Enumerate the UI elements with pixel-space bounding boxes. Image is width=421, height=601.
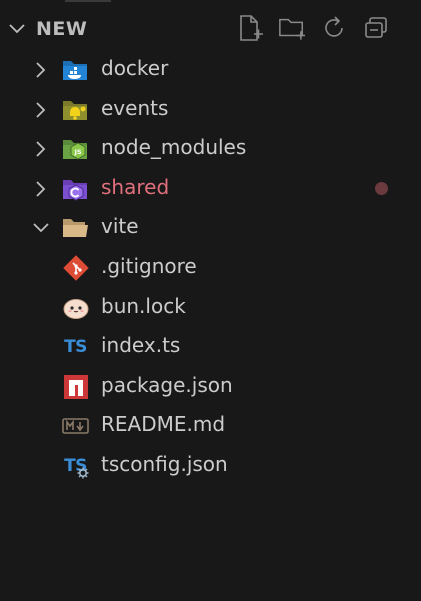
file-tree: docker events JS node_modules shared vit… <box>0 50 421 486</box>
explorer-panel: NEW docker events JS node_modules shared… <box>0 0 421 601</box>
refresh-icon[interactable] <box>320 14 348 42</box>
tree-item-label: shared <box>101 174 170 199</box>
tree-item-label: README.md <box>101 412 226 437</box>
chevron-right-icon[interactable] <box>31 100 51 120</box>
markdown-icon <box>62 413 89 439</box>
new-file-icon[interactable] <box>236 14 264 42</box>
tree-item-gitignore[interactable]: .gitignore <box>0 248 421 288</box>
folder-open-icon <box>62 215 89 241</box>
bun-icon <box>62 295 89 321</box>
git-icon <box>62 255 89 281</box>
tree-item-node-modules[interactable]: JS node_modules <box>0 129 421 169</box>
tree-item-label: events <box>101 95 169 120</box>
tree-item-bun-lock[interactable]: bun.lock <box>0 288 421 328</box>
tree-item-label: package.json <box>101 372 233 397</box>
tree-item-label: node_modules <box>101 135 247 160</box>
typescript-icon: TS <box>64 337 87 358</box>
section-title: NEW <box>36 18 88 40</box>
tree-item-readme[interactable]: README.md <box>0 406 421 446</box>
header-actions <box>236 14 390 42</box>
chevron-right-icon[interactable] <box>31 139 51 159</box>
tree-item-index-ts[interactable]: TS index.ts <box>0 327 421 367</box>
node-folder-icon: JS <box>62 136 89 162</box>
tree-item-label: tsconfig.json <box>101 451 228 476</box>
tree-item-events[interactable]: events <box>0 90 421 130</box>
tree-item-docker[interactable]: docker <box>0 50 421 90</box>
chevron-right-icon[interactable] <box>31 179 51 199</box>
chevron-down-icon[interactable] <box>31 218 51 238</box>
tree-item-label: index.ts <box>101 333 181 358</box>
docker-folder-icon <box>62 57 89 83</box>
new-folder-icon[interactable] <box>278 14 306 42</box>
tree-item-tsconfig[interactable]: TS tsconfig.json <box>0 446 421 486</box>
modified-indicator <box>375 181 388 195</box>
tree-item-shared[interactable]: shared <box>0 169 421 209</box>
tsconfig-icon: TS <box>62 453 89 479</box>
explorer-section-header[interactable]: NEW <box>0 12 421 44</box>
svg-text:JS: JS <box>73 148 81 156</box>
tree-item-label: .gitignore <box>101 253 197 278</box>
chevron-right-icon[interactable] <box>31 60 51 80</box>
events-folder-icon <box>62 97 89 123</box>
tree-item-label: bun.lock <box>101 293 186 318</box>
tree-item-label: docker <box>101 56 169 80</box>
gear-icon <box>77 467 89 479</box>
npm-icon <box>62 374 89 400</box>
collapse-all-icon[interactable] <box>362 14 390 42</box>
tree-item-label: vite <box>101 214 139 239</box>
chevron-down-icon[interactable] <box>8 20 26 42</box>
tree-item-vite[interactable]: vite <box>0 208 421 248</box>
tree-item-package-json[interactable]: package.json <box>0 367 421 407</box>
shared-folder-icon <box>62 176 89 202</box>
active-view-indicator <box>65 0 111 2</box>
